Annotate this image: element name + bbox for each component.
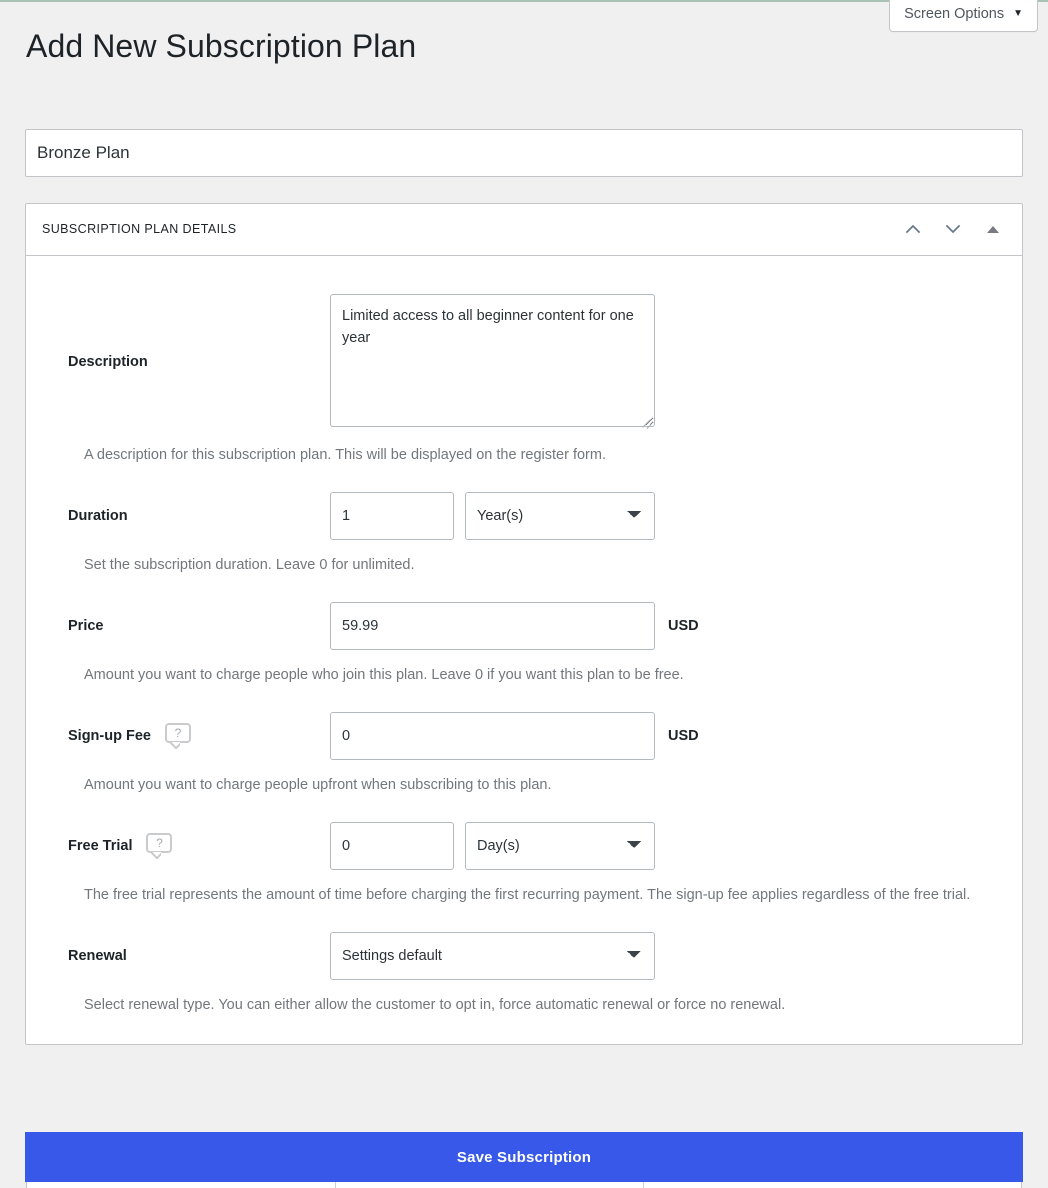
panel-title: SUBSCRIPTION PLAN DETAILS	[42, 222, 237, 237]
signup-fee-currency-label: USD	[668, 727, 699, 744]
price-input[interactable]	[330, 601, 655, 650]
plan-title-input[interactable]	[25, 128, 1023, 177]
field-row-renewal: Renewal Settings default Select renewal …	[26, 931, 1022, 1016]
subscription-plan-details-panel: SUBSCRIPTION PLAN DETAILS Description Li…	[25, 202, 1023, 1045]
page-content: SUBSCRIPTION PLAN DETAILS	[0, 128, 1048, 1045]
chevron-up-icon	[905, 224, 921, 234]
free-trial-unit-select[interactable]: Day(s)	[465, 821, 655, 870]
chevron-down-icon	[945, 224, 961, 234]
signup-fee-help-icon[interactable]: ?	[164, 723, 191, 748]
triangle-up-icon	[987, 225, 999, 233]
field-row-price: Price USD Amount you want to charge peop…	[26, 601, 1022, 686]
field-row-description: Description Limited access to all beginn…	[26, 293, 1022, 466]
free-trial-help-text: The free trial represents the amount of …	[84, 886, 971, 903]
renewal-help-text: Select renewal type. You can either allo…	[84, 996, 786, 1013]
duration-unit-select[interactable]: Year(s)	[465, 491, 655, 540]
partial-next-row	[26, 1182, 1022, 1188]
field-row-signup-fee: Sign-up Fee ? USD Amount you want to cha…	[26, 711, 1022, 796]
renewal-label: Renewal	[68, 947, 127, 964]
signup-fee-help-text: Amount you want to charge people upfront…	[84, 776, 552, 793]
free-trial-help-icon[interactable]: ?	[146, 833, 173, 858]
duration-label: Duration	[68, 507, 128, 524]
free-trial-label: Free Trial ?	[42, 833, 330, 858]
screen-options-button[interactable]: Screen Options ▼	[889, 0, 1038, 32]
price-label: Price	[68, 617, 104, 634]
screen-options-label: Screen Options	[904, 6, 1005, 22]
save-subscription-button[interactable]: Save Subscription	[25, 1132, 1023, 1182]
signup-fee-label: Sign-up Fee ?	[42, 723, 330, 748]
description-textarea[interactable]: Limited access to all beginner content f…	[330, 293, 655, 427]
renewal-select[interactable]: Settings default	[330, 931, 655, 980]
signup-fee-input[interactable]	[330, 711, 655, 760]
toggle-panel-button[interactable]	[976, 212, 1010, 246]
panel-body: Description Limited access to all beginn…	[26, 256, 1022, 1044]
price-currency-label: USD	[668, 617, 699, 634]
duration-input[interactable]	[330, 491, 454, 540]
duration-help-text: Set the subscription duration. Leave 0 f…	[84, 556, 415, 573]
description-label: Description	[68, 353, 148, 370]
description-help-text: A description for this subscription plan…	[84, 446, 606, 463]
field-row-free-trial: Free Trial ? Day(s) The free trial repre…	[26, 821, 1022, 906]
panel-actions	[896, 212, 1010, 246]
free-trial-input[interactable]	[330, 821, 454, 870]
field-row-duration: Duration Year(s) Set the subscription du…	[26, 491, 1022, 576]
move-down-button[interactable]	[936, 212, 970, 246]
move-up-button[interactable]	[896, 212, 930, 246]
price-help-text: Amount you want to charge people who joi…	[84, 666, 684, 683]
chevron-down-icon: ▼	[1013, 8, 1023, 19]
panel-header: SUBSCRIPTION PLAN DETAILS	[26, 204, 1022, 256]
